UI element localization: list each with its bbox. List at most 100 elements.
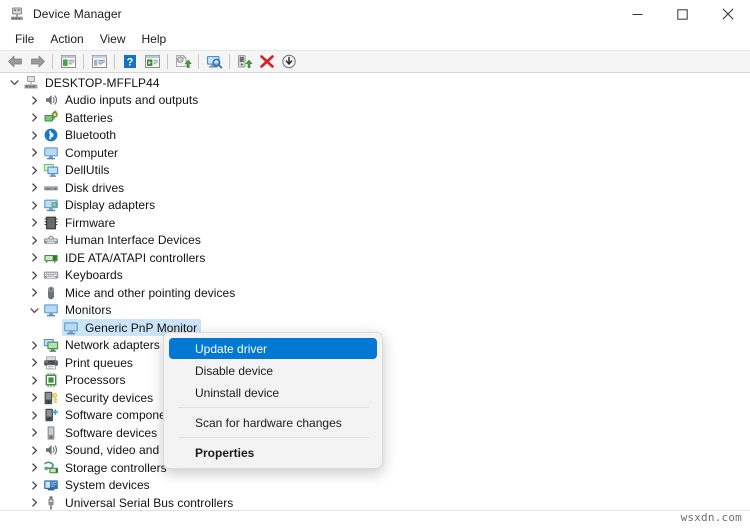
- chevron-right-icon[interactable]: [26, 407, 42, 424]
- tree-row-content[interactable]: Display adapters: [42, 197, 159, 214]
- tree-row-content[interactable]: Processors: [42, 372, 130, 389]
- maximize-button[interactable]: [660, 0, 705, 28]
- tree-row-content[interactable]: Print queues: [42, 354, 137, 371]
- tree-row[interactable]: Mice and other pointing devices: [0, 284, 750, 302]
- tree-row[interactable]: Disk drives: [0, 179, 750, 197]
- view-icon[interactable]: [141, 51, 163, 72]
- context-menu-item[interactable]: Update driver: [169, 338, 377, 359]
- tree-row-label: IDE ATA/ATAPI controllers: [65, 250, 206, 265]
- audio-icon: [43, 442, 59, 458]
- usb-icon: [43, 495, 59, 510]
- chevron-right-icon[interactable]: [26, 179, 42, 196]
- minimize-button[interactable]: [615, 0, 660, 28]
- chevron-right-icon[interactable]: [26, 214, 42, 231]
- tree-row-content[interactable]: Mice and other pointing devices: [42, 284, 239, 301]
- tree-row-content[interactable]: Universal Serial Bus controllers: [42, 494, 237, 510]
- tree-row-content[interactable]: Human Interface Devices: [42, 232, 205, 249]
- chevron-right-icon[interactable]: [26, 127, 42, 144]
- tree-row[interactable]: Audio inputs and outputs: [0, 92, 750, 110]
- chevron-right-icon[interactable]: [26, 162, 42, 179]
- menu-file[interactable]: File: [7, 30, 42, 48]
- context-menu-item[interactable]: Disable device: [169, 360, 377, 381]
- context-menu-item[interactable]: Uninstall device: [169, 382, 377, 403]
- security-device-icon: [43, 390, 59, 406]
- chevron-right-icon[interactable]: [26, 424, 42, 441]
- tree-row[interactable]: Display adapters: [0, 197, 750, 215]
- tree-row[interactable]: Firmware: [0, 214, 750, 232]
- chevron-right-icon[interactable]: [26, 249, 42, 266]
- tree-row[interactable]: System devices: [0, 477, 750, 495]
- menu-view[interactable]: View: [92, 30, 134, 48]
- tree-row-content[interactable]: DellUtils: [42, 162, 113, 179]
- tree-row[interactable]: IDE ATA/ATAPI controllers: [0, 249, 750, 267]
- title-bar: Device Manager: [0, 0, 750, 28]
- chevron-right-icon[interactable]: [26, 197, 42, 214]
- tree-row[interactable]: Computer: [0, 144, 750, 162]
- tree-row-content[interactable]: Computer: [42, 144, 122, 161]
- tree-row[interactable]: Monitors: [0, 302, 750, 320]
- tree-row[interactable]: Keyboards: [0, 267, 750, 285]
- tree-row-label: DESKTOP-MFFLP44: [45, 75, 160, 90]
- monitor-icon: [43, 145, 59, 161]
- chevron-right-icon[interactable]: [26, 232, 42, 249]
- menu-help[interactable]: Help: [134, 30, 175, 48]
- chevron-right-icon[interactable]: [26, 144, 42, 161]
- chevron-right-icon[interactable]: [26, 477, 42, 494]
- context-menu-item[interactable]: Properties: [169, 442, 377, 463]
- enable-device-icon[interactable]: [234, 51, 256, 72]
- chevron-right-icon[interactable]: [26, 372, 42, 389]
- tree-row-content[interactable]: Firmware: [42, 214, 119, 231]
- forward-icon[interactable]: [26, 51, 48, 72]
- tree-row-content[interactable]: Audio inputs and outputs: [42, 92, 202, 109]
- chevron-right-icon[interactable]: [26, 337, 42, 354]
- show-hide-console-tree-icon[interactable]: [57, 51, 79, 72]
- tree-row-label: Computer: [65, 145, 119, 160]
- tree-row-content[interactable]: Bluetooth: [42, 127, 120, 144]
- chevron-down-icon[interactable]: [26, 302, 42, 319]
- tree-row-content[interactable]: Network adapters: [42, 337, 164, 354]
- tree-row[interactable]: Universal Serial Bus controllers: [0, 494, 750, 510]
- tree-row-content[interactable]: Keyboards: [42, 267, 127, 284]
- update-driver-icon[interactable]: [172, 51, 194, 72]
- toolbar-separator: [52, 54, 53, 69]
- tree-row[interactable]: Bluetooth: [0, 127, 750, 145]
- tree-row[interactable]: DESKTOP-MFFLP44: [0, 74, 750, 92]
- properties-icon[interactable]: [88, 51, 110, 72]
- help-icon[interactable]: ?: [119, 51, 141, 72]
- tree-row-label: Processors: [65, 373, 126, 388]
- chevron-right-icon[interactable]: [26, 267, 42, 284]
- chevron-right-icon[interactable]: [26, 494, 42, 510]
- chevron-right-icon[interactable]: [26, 284, 42, 301]
- tree-row[interactable]: DellUtils: [0, 162, 750, 180]
- tree-row-content[interactable]: Monitors: [42, 302, 115, 319]
- back-icon[interactable]: [4, 51, 26, 72]
- tree-row-content[interactable]: System devices: [42, 477, 154, 494]
- chevron-right-icon[interactable]: [26, 354, 42, 371]
- tree-row-content[interactable]: Software devices: [42, 424, 161, 441]
- context-menu-item[interactable]: Scan for hardware changes: [169, 412, 377, 433]
- chevron-right-icon[interactable]: [26, 442, 42, 459]
- tree-row[interactable]: Human Interface Devices: [0, 232, 750, 250]
- tree-row-content[interactable]: Storage controllers: [42, 459, 171, 476]
- tree-row-content[interactable]: Security devices: [42, 389, 157, 406]
- tree-row-content[interactable]: Batteries: [42, 109, 117, 126]
- tree-row-label: Universal Serial Bus controllers: [65, 495, 234, 510]
- chevron-right-icon[interactable]: [26, 92, 42, 109]
- tree-row-content[interactable]: IDE ATA/ATAPI controllers: [42, 249, 209, 266]
- context-menu[interactable]: Update driver Disable device Uninstall dev…: [163, 332, 383, 469]
- close-button[interactable]: [705, 0, 750, 28]
- chevron-right-icon[interactable]: [26, 389, 42, 406]
- chevron-right-icon[interactable]: [26, 459, 42, 476]
- uninstall-device-icon[interactable]: [256, 51, 278, 72]
- chevron-right-icon[interactable]: [26, 109, 42, 126]
- tree-row-content[interactable]: DESKTOP-MFFLP44: [22, 74, 164, 91]
- tree-row-label: Display adapters: [65, 198, 156, 213]
- system-device-icon: [43, 477, 59, 493]
- menu-action[interactable]: Action: [42, 30, 91, 48]
- scan-hardware-changes-icon[interactable]: [203, 51, 225, 72]
- tree-row[interactable]: Batteries: [0, 109, 750, 127]
- tree-row-content[interactable]: Disk drives: [42, 179, 128, 196]
- tree-row-label: Software devices: [65, 425, 158, 440]
- disable-device-icon[interactable]: [278, 51, 300, 72]
- chevron-down-icon[interactable]: [6, 74, 22, 91]
